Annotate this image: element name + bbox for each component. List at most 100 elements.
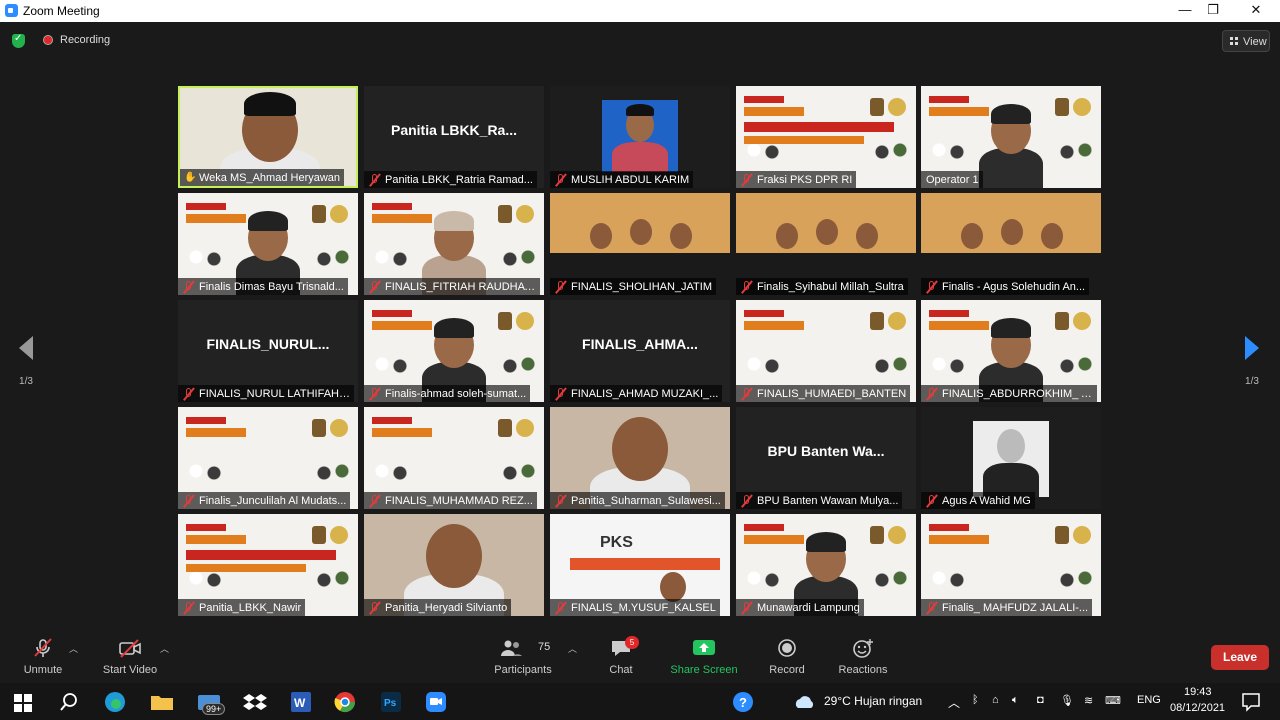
participant-name-bar: Panitia_Heryadi Silvianto <box>364 599 512 616</box>
unmute-label: Unmute <box>23 664 63 676</box>
participant-tile[interactable]: FINALIS_ABDURROKHIM_ A... <box>921 300 1101 402</box>
participant-tile[interactable]: Agus A Wahid MG <box>921 407 1101 509</box>
share-screen-button[interactable]: Share Screen <box>668 628 740 683</box>
participant-tile[interactable]: Panitia_Suharman_Sulawesi... <box>550 407 730 509</box>
participant-tile[interactable]: FINALIS_NURUL... FINALIS_NURUL LATHIFAH_.… <box>178 300 358 402</box>
participant-name-bar: FINALIS_ABDURROKHIM_ A... <box>921 385 1097 402</box>
svg-text:Ps: Ps <box>384 698 397 709</box>
view-button[interactable]: View <box>1222 30 1270 52</box>
recording-label: Recording <box>60 34 111 46</box>
chrome-icon[interactable] <box>332 689 358 715</box>
window-titlebar: Zoom Meeting — ❐ ✕ <box>0 0 1280 22</box>
participant-tile[interactable]: Panitia LBKK_Ra... Panitia LBKK_Ratria Ra… <box>364 86 544 188</box>
show-hidden-icons-icon[interactable]: ︿ <box>948 694 960 711</box>
participants-icon <box>501 640 523 656</box>
close-button[interactable]: ✕ <box>1233 0 1279 22</box>
view-label: View <box>1243 36 1267 48</box>
zoom-taskbar-icon[interactable] <box>423 689 449 715</box>
previous-page-button[interactable]: 1/3 <box>6 336 46 387</box>
wifi-icon[interactable]: ≋ <box>1084 694 1093 707</box>
participant-tile[interactable]: Finalis_Syihabul Millah_Sultra <box>736 193 916 295</box>
participant-tile[interactable]: Operator 1 <box>921 86 1101 188</box>
weather-cloud-icon <box>795 696 814 708</box>
meeting-toolbar: Unmute ︿ Start Video ︿ Participants ︿ Ch… <box>0 628 1280 683</box>
participant-tile[interactable]: FINALIS_SHOLIHAN_JATIM <box>550 193 730 295</box>
participant-tile[interactable]: Finalis Dimas Bayu Trisnald... <box>178 193 358 295</box>
participant-name-display: Panitia LBKK_Ra... <box>390 122 518 138</box>
participant-name-bar: Panitia_Suharman_Sulawesi... <box>550 492 725 509</box>
mic-muted-icon <box>182 280 196 294</box>
reactions-button[interactable]: Reactions <box>834 628 892 683</box>
mic-muted-icon <box>368 280 382 294</box>
participant-tile[interactable]: FINALIS_AHMA... FINALIS_AHMAD MUZAKI_... <box>550 300 730 402</box>
word-icon[interactable]: W <box>288 689 314 715</box>
mic-muted-icon <box>554 387 568 401</box>
participant-name: Agus A Wahid MG <box>942 494 1031 507</box>
svg-text:W: W <box>294 696 306 710</box>
mic-muted-icon <box>368 387 382 401</box>
leave-button[interactable]: Leave <box>1211 645 1269 670</box>
mic-muted-icon <box>740 280 754 294</box>
keyboard-icon[interactable]: ⌨ <box>1105 694 1121 707</box>
audio-options-caret-icon[interactable]: ︿ <box>69 642 78 655</box>
participant-tile[interactable]: Fraksi PKS DPR RI <box>736 86 916 188</box>
participant-name-bar: FINALIS_HUMAEDI_BANTEN <box>736 385 911 402</box>
participant-name-bar: Finalis_Syihabul Millah_Sultra <box>736 278 908 295</box>
start-video-button[interactable]: Start Video <box>98 628 162 683</box>
participant-tile[interactable]: Panitia_LBKK_Nawir <box>178 514 358 616</box>
maximize-button[interactable]: ❐ <box>1190 0 1236 22</box>
bluetooth-icon[interactable]: ᛒ <box>972 694 979 706</box>
clock-date[interactable]: 08/12/2021 <box>1170 702 1225 714</box>
participant-tile[interactable]: MUSLIH ABDUL KARIM <box>550 86 730 188</box>
participant-name-bar: FINALIS_SHOLIHAN_JATIM <box>550 278 716 295</box>
participant-tile[interactable]: BPU Banten Wa... BPU Banten Wawan Mulya..… <box>736 407 916 509</box>
mail-icon[interactable]: 99+ <box>196 689 226 715</box>
next-page-button[interactable]: 1/3 <box>1232 336 1272 387</box>
participant-name: FINALIS_HUMAEDI_BANTEN <box>757 387 907 400</box>
participant-tile[interactable]: Finalis_Junculilah Al Mudats... <box>178 407 358 509</box>
network-icon[interactable]: ⌂ <box>992 694 999 706</box>
participants-button[interactable]: Participants <box>490 628 556 683</box>
windows-start-icon[interactable] <box>10 689 36 715</box>
start-video-label: Start Video <box>102 664 158 676</box>
participant-name: Finalis Dimas Bayu Trisnald... <box>199 280 344 293</box>
participant-name-bar: MUSLIH ABDUL KARIM <box>550 171 694 188</box>
record-button[interactable]: Record <box>764 628 810 683</box>
svg-text:?: ? <box>739 695 747 710</box>
notifications-icon[interactable] <box>1238 689 1264 715</box>
participant-tile[interactable]: FINALIS_HUMAEDI_BANTEN <box>736 300 916 402</box>
photoshop-icon[interactable]: Ps <box>378 689 404 715</box>
clock-time[interactable]: 19:43 <box>1184 686 1212 698</box>
mail-badge: 99+ <box>202 703 226 715</box>
language-indicator[interactable]: ENG <box>1137 694 1161 706</box>
participant-tile[interactable]: Munawardi Lampung <box>736 514 916 616</box>
participant-tile[interactable]: Finalis-ahmad soleh-sumat... <box>364 300 544 402</box>
participant-tile[interactable]: Finalis_ MAHFUDZ JALALI-... <box>921 514 1101 616</box>
unmute-button[interactable]: Unmute <box>14 628 72 683</box>
weather-text[interactable]: 29°C Hujan ringan <box>824 694 922 708</box>
help-icon[interactable]: ? <box>730 689 756 715</box>
volume-icon[interactable]: 🔈︎ <box>1012 694 1019 707</box>
participant-tile[interactable]: FINALIS_FITRIAH RAUDHAT... <box>364 193 544 295</box>
participant-name-bar: Fraksi PKS DPR RI <box>736 171 857 188</box>
edge-browser-icon[interactable] <box>102 689 128 715</box>
dropbox-icon[interactable] <box>242 689 268 715</box>
participant-tile[interactable]: ✋ Weka MS_Ahmad Heryawan <box>178 86 358 188</box>
chat-label: Chat <box>609 664 633 676</box>
file-explorer-icon[interactable] <box>149 689 175 715</box>
meeting-top-strip: Recording View <box>0 22 1280 60</box>
security-shield-icon[interactable] <box>12 33 25 48</box>
security-tray-icon[interactable]: ◘ <box>1037 694 1044 706</box>
page-indicator-left: 1/3 <box>19 376 33 387</box>
participant-name-bar: FINALIS_AHMAD MUZAKI_... <box>550 385 723 402</box>
search-icon[interactable] <box>56 689 82 715</box>
participant-name: Panitia_LBKK_Nawir <box>199 601 302 614</box>
video-options-caret-icon[interactable]: ︿ <box>160 642 169 655</box>
participant-tile[interactable]: PKS FINALIS_M.YUSUF_KALSEL <box>550 514 730 616</box>
participant-tile[interactable]: Finalis - Agus Solehudin An... <box>921 193 1101 295</box>
participants-caret-icon[interactable]: ︿ <box>568 642 577 655</box>
participant-name-bar: Finalis_ MAHFUDZ JALALI-... <box>921 599 1093 616</box>
participant-tile[interactable]: FINALIS_MUHAMMAD REZ... <box>364 407 544 509</box>
microphone-tray-icon[interactable]: 🎙︎ <box>1060 694 1074 707</box>
participant-tile[interactable]: Panitia_Heryadi Silvianto <box>364 514 544 616</box>
